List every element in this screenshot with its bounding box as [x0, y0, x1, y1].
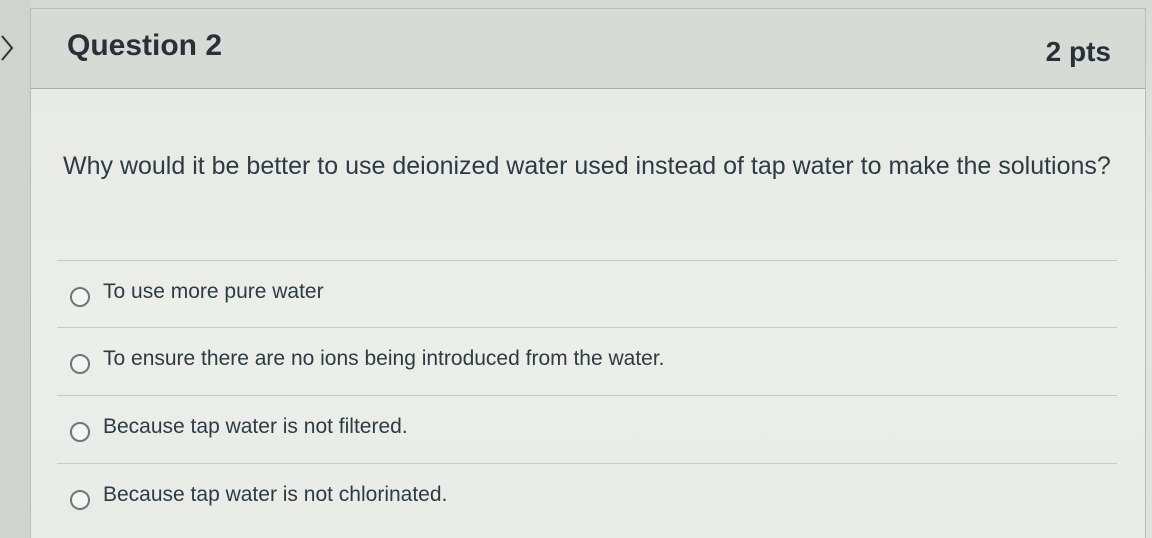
radio-button-icon[interactable] [70, 354, 90, 374]
answer-option-4[interactable]: Because tap water is not chlorinated. [57, 463, 1117, 530]
radio-button-icon[interactable] [70, 287, 90, 307]
question-text: Why would it be better to use deionized … [63, 152, 1111, 180]
question-title: Question 2 [67, 29, 223, 62]
answer-label[interactable]: Because tap water is not filtered. [103, 415, 408, 439]
question-card: Question 2 2 pts Why would it be better … [30, 8, 1146, 538]
answer-label[interactable]: To use more pure water [103, 280, 324, 304]
question-points: 2 pts [1045, 36, 1111, 67]
answer-option-3[interactable]: Because tap water is not filtered. [57, 395, 1117, 463]
question-header: Question 2 2 pts [31, 9, 1145, 89]
radio-button-icon[interactable] [70, 422, 90, 442]
answer-list: To use more pure water To ensure there a… [57, 260, 1117, 530]
radio-button-icon[interactable] [70, 490, 90, 510]
answer-option-1[interactable]: To use more pure water [57, 260, 1117, 327]
answer-label[interactable]: To ensure there are no ions being introd… [103, 347, 665, 371]
quiz-page: Question 2 2 pts Why would it be better … [0, 0, 1152, 538]
answer-option-2[interactable]: To ensure there are no ions being introd… [57, 327, 1117, 395]
answer-label[interactable]: Because tap water is not chlorinated. [103, 483, 447, 507]
chevron-right-icon[interactable] [0, 32, 18, 64]
left-gutter [0, 0, 30, 538]
